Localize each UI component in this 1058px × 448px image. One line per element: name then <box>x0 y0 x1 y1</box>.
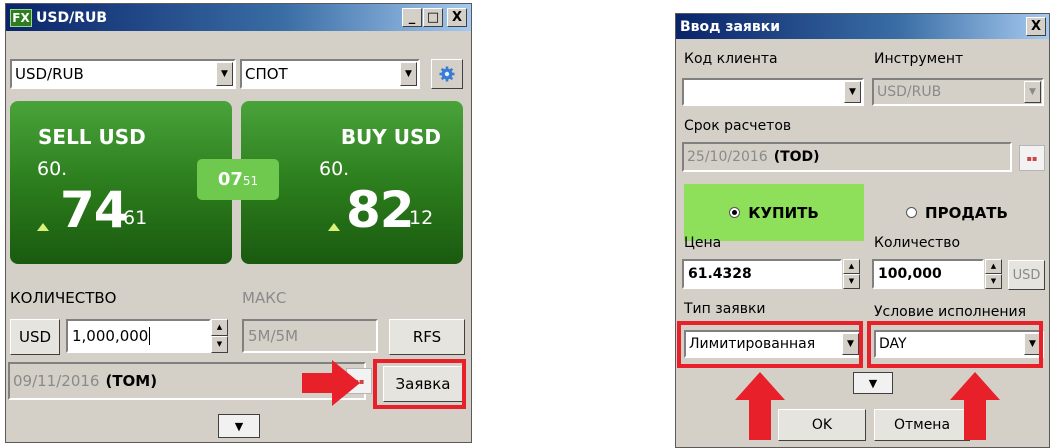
up-arrow-icon <box>37 223 49 231</box>
rfs-button[interactable]: RFS <box>389 319 465 355</box>
decrement-icon[interactable]: ▼ <box>985 274 1002 289</box>
max-value: 5M/5M <box>248 327 299 345</box>
settlement-date-field: 25/10/2016 (TOD) <box>682 142 1012 172</box>
close-button[interactable]: X <box>447 8 467 27</box>
instrument-select-value: USD/RUB <box>15 65 84 83</box>
price-input[interactable]: 61.4328 <box>682 259 842 289</box>
max-field: 5M/5M <box>242 319 378 353</box>
spread-badge: 07 51 <box>197 159 279 200</box>
tenor-select-value: СПОТ <box>245 65 288 83</box>
client-code-select[interactable]: ▼ <box>682 78 864 106</box>
settlement-tag: (TOM) <box>105 372 158 390</box>
settlement-date: 25/10/2016 <box>687 149 768 165</box>
title-bar[interactable]: Ввод заявки X <box>676 14 1049 39</box>
window-title: USD/RUB <box>36 9 108 26</box>
decrement-icon[interactable]: ▼ <box>843 274 860 289</box>
quantity-input[interactable]: 1,000,000 <box>66 319 211 353</box>
instrument-value: USD/RUB <box>877 84 942 100</box>
condition-label: Условие исполнения <box>874 304 1027 320</box>
decrement-icon[interactable]: ▼ <box>211 336 228 353</box>
buy-label: КУПИТЬ <box>748 203 819 222</box>
price-value: 61.4328 <box>688 266 752 282</box>
dialog-title: Ввод заявки <box>680 18 781 35</box>
red-arrow-right-icon <box>302 360 360 406</box>
client-code-label: Код клиента <box>684 51 778 67</box>
tenor-select[interactable]: СПОТ ▼ <box>240 59 420 89</box>
expand-button[interactable]: ▼ <box>853 372 893 394</box>
settings-button[interactable] <box>431 59 463 89</box>
radio-off-icon <box>906 207 918 218</box>
sell-label: SELL USD <box>38 125 146 149</box>
chevron-down-icon: ▼ <box>868 376 878 390</box>
buy-label: BUY USD <box>340 125 441 149</box>
increment-icon[interactable]: ▲ <box>211 319 228 336</box>
buy-price-prefix: 60. <box>319 158 350 180</box>
sell-price-frac: 61 <box>123 207 148 229</box>
expand-button[interactable]: ▼ <box>218 414 260 438</box>
chevron-down-icon[interactable]: ▼ <box>216 62 233 86</box>
maximize-button[interactable]: □ <box>423 8 443 27</box>
increment-icon[interactable]: ▲ <box>985 259 1002 274</box>
title-bar[interactable]: FX USD/RUB _ □ X <box>6 4 471 31</box>
price-label: Цена <box>684 235 722 251</box>
red-arrow-up-icon <box>950 372 1000 440</box>
radio-on-icon <box>729 207 741 218</box>
instrument-select: USD/RUB ▼ <box>872 78 1044 106</box>
chevron-down-icon: ▼ <box>234 419 244 433</box>
highlight-box <box>373 359 466 409</box>
settlement-date: 09/11/2016 <box>13 372 100 390</box>
sell-toggle[interactable]: ПРОДАТЬ <box>872 184 1042 241</box>
highlight-box <box>677 321 863 368</box>
chevron-down-icon: ▼ <box>1024 81 1041 103</box>
red-arrow-up-icon <box>735 372 785 440</box>
quantity-input[interactable]: 100,000 <box>872 259 984 289</box>
currency-button[interactable]: USD <box>10 319 60 355</box>
chevron-down-icon[interactable]: ▼ <box>400 62 417 86</box>
max-label: МАКС <box>242 289 287 307</box>
instrument-select[interactable]: USD/RUB ▼ <box>10 59 236 89</box>
quantity-stepper[interactable]: ▲ ▼ <box>211 319 228 353</box>
buy-toggle[interactable]: КУПИТЬ <box>684 184 864 241</box>
sell-label: ПРОДАТЬ <box>925 203 1008 222</box>
highlight-box <box>867 321 1043 368</box>
gear-icon <box>439 66 455 82</box>
settlement-tag: (TOD) <box>773 149 820 165</box>
minimize-button[interactable]: _ <box>402 8 422 27</box>
price-stepper[interactable]: ▲ ▼ <box>843 259 860 289</box>
quantity-value: 1,000,000 <box>72 327 149 345</box>
buy-price-big: 82 <box>346 181 415 239</box>
quantity-label: Количество <box>874 235 961 251</box>
close-button[interactable]: X <box>1026 17 1046 36</box>
sell-price-big: 74 <box>60 181 129 239</box>
up-arrow-icon <box>328 223 340 231</box>
currency-button: USD <box>1008 260 1045 290</box>
settlement-label: Срок расчетов <box>684 118 792 134</box>
buy-price-frac: 12 <box>409 207 434 229</box>
increment-icon[interactable]: ▲ <box>843 259 860 274</box>
ok-button[interactable]: OK <box>778 409 866 441</box>
spread-small: 51 <box>242 174 259 188</box>
instrument-label: Инструмент <box>874 51 964 67</box>
spread-big: 07 <box>217 169 243 190</box>
quantity-stepper[interactable]: ▲ ▼ <box>985 259 1002 289</box>
sell-price-prefix: 60. <box>37 158 68 180</box>
calendar-icon[interactable]: ▪▪ <box>1019 145 1045 171</box>
chevron-down-icon[interactable]: ▼ <box>844 81 861 103</box>
quantity-label: КОЛИЧЕСТВО <box>10 289 117 307</box>
fx-logo-icon: FX <box>10 8 32 27</box>
order-type-label: Тип заявки <box>684 301 766 317</box>
quantity-value: 100,000 <box>878 266 942 282</box>
